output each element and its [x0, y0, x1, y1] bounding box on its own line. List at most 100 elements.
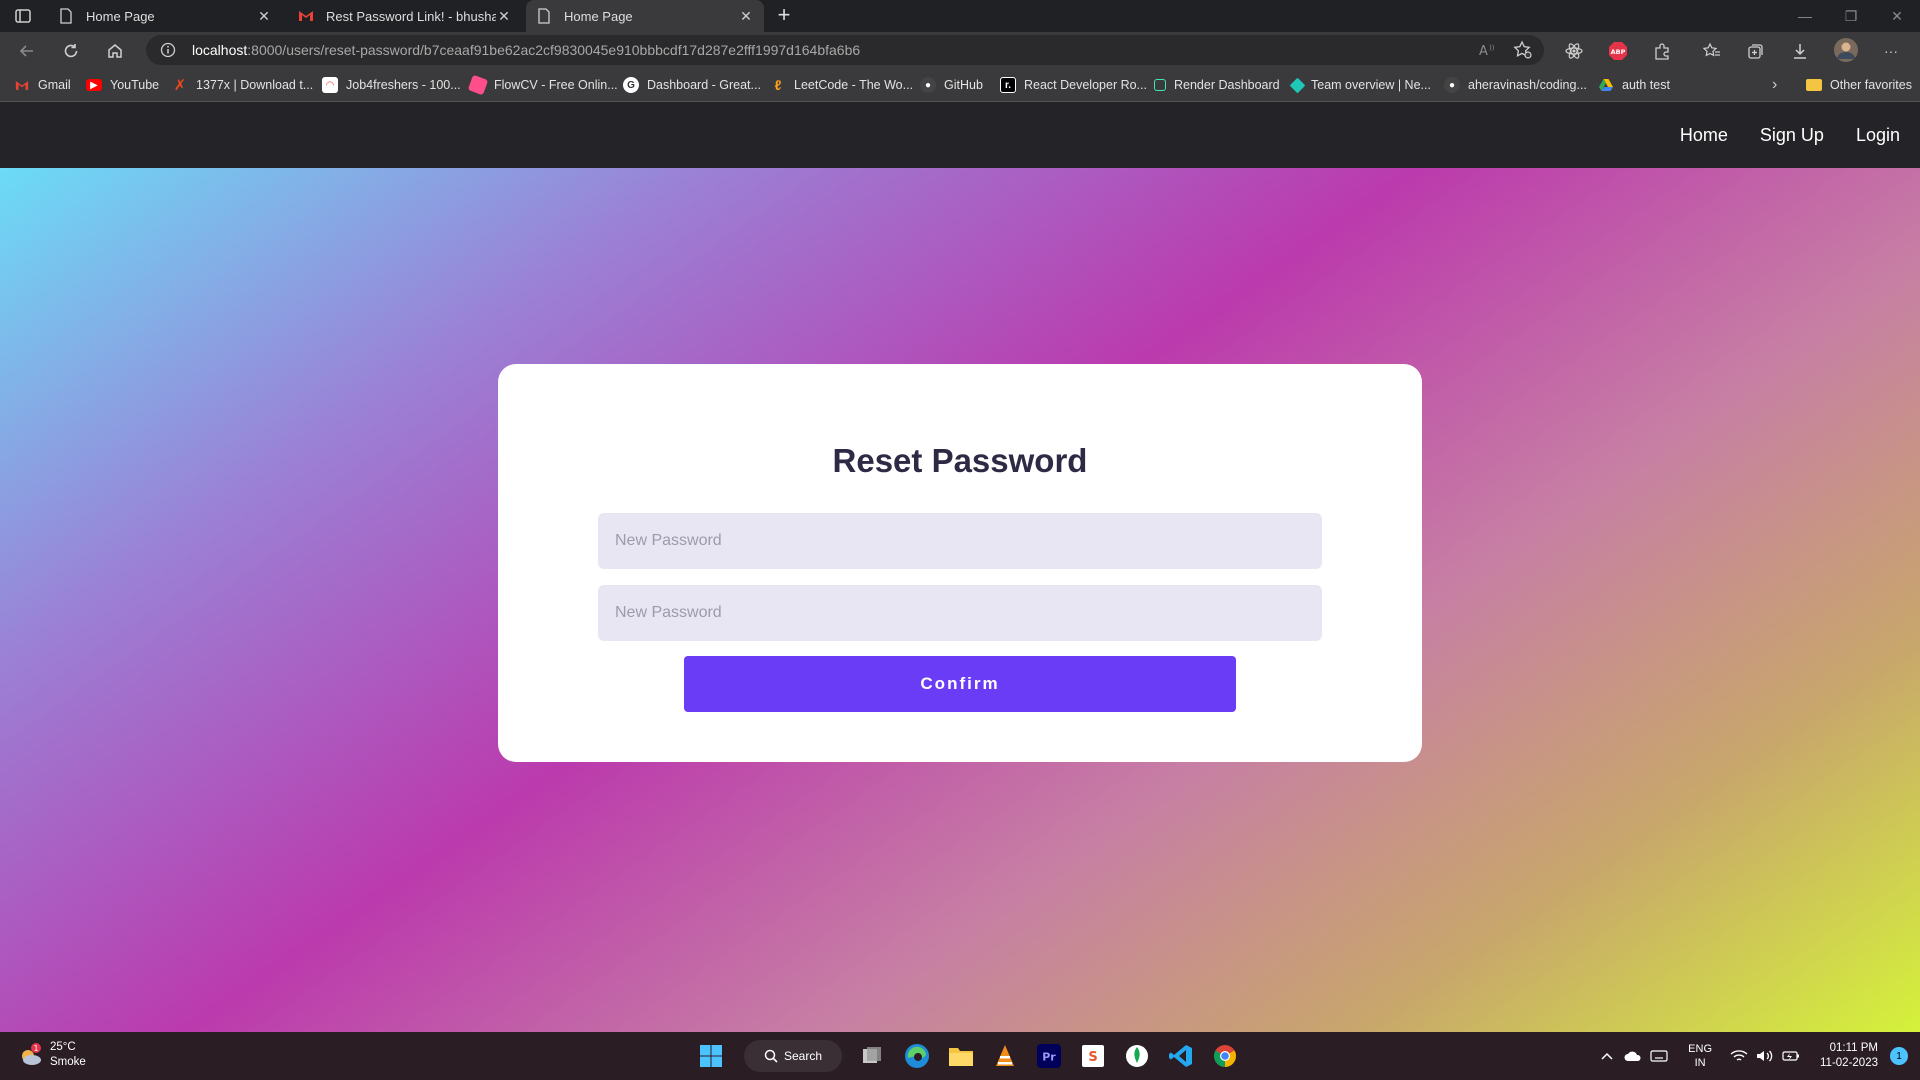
- tab-home-page-active[interactable]: Home Page ✕: [526, 0, 764, 32]
- bookmark-auth-test[interactable]: auth test: [1598, 74, 1670, 96]
- taskbar-clock[interactable]: 01:11 PM 11-02-2023: [1820, 1041, 1878, 1071]
- site-info-icon[interactable]: [160, 42, 176, 58]
- onedrive-icon[interactable]: [1622, 1045, 1644, 1067]
- read-aloud-icon[interactable]: A)): [1478, 40, 1498, 60]
- svg-text:)): )): [1489, 44, 1495, 52]
- home-icon[interactable]: [102, 38, 128, 64]
- site-nav: Home Sign Up Login: [1648, 103, 1900, 168]
- close-icon[interactable]: ✕: [256, 8, 272, 24]
- minimize-icon[interactable]: —: [1782, 0, 1828, 32]
- github-icon: ●: [1444, 77, 1460, 93]
- bookmark-flowcv[interactable]: FlowCV - Free Onlin...: [467, 74, 618, 96]
- premiere-pro-icon[interactable]: Pr: [1032, 1039, 1066, 1073]
- page-icon: [536, 8, 552, 24]
- keyboard-icon[interactable]: [1648, 1045, 1670, 1067]
- bookmark-coding-repo[interactable]: ● aheravinash/coding...: [1444, 74, 1587, 96]
- chevron-up-icon[interactable]: [1596, 1045, 1618, 1067]
- bookmark-netlify[interactable]: Team overview | Ne...: [1289, 74, 1431, 96]
- bookmark-label: Job4freshers - 100...: [346, 78, 461, 92]
- confirm-button[interactable]: Confirm: [684, 656, 1236, 712]
- browser-tab-strip: Home Page ✕ Rest Password Link! - bhusha…: [0, 0, 1920, 32]
- bookmark-react-roadmap[interactable]: r. React Developer Ro...: [1000, 74, 1147, 96]
- bookmark-other-favorites[interactable]: Other favorites: [1806, 74, 1912, 96]
- clock-date: 11-02-2023: [1820, 1057, 1878, 1069]
- extensions-icon[interactable]: [1651, 40, 1673, 62]
- collections-icon[interactable]: [1745, 40, 1767, 62]
- back-icon[interactable]: [14, 38, 40, 64]
- bookmark-1377x[interactable]: ✗ 1377x | Download t...: [172, 74, 314, 96]
- bookmark-dashboard[interactable]: G Dashboard - Great...: [623, 74, 761, 96]
- clock-time: 01:11 PM: [1829, 1042, 1878, 1054]
- url-host: localhost: [192, 42, 248, 58]
- bookmark-label: Dashboard - Great...: [647, 78, 761, 92]
- svg-text:ABP: ABP: [1611, 48, 1626, 56]
- close-icon[interactable]: ✕: [496, 8, 512, 24]
- mongodb-compass-icon[interactable]: [1120, 1039, 1154, 1073]
- new-password-input[interactable]: [598, 513, 1322, 569]
- browser-toolbar: localhost:8000/users/reset-password/b7ce…: [0, 32, 1920, 68]
- edge-browser-icon[interactable]: [900, 1039, 934, 1073]
- downloads-icon[interactable]: [1789, 40, 1811, 62]
- tab-title: Rest Password Link! - bhushanba: [326, 8, 496, 24]
- address-bar[interactable]: localhost:8000/users/reset-password/b7ce…: [146, 35, 1544, 65]
- nav-login-link[interactable]: Login: [1856, 125, 1900, 146]
- volume-icon[interactable]: [1754, 1045, 1776, 1067]
- bookmark-label: LeetCode - The Wo...: [794, 78, 914, 92]
- bookmark-label: FlowCV - Free Onlin...: [494, 78, 618, 92]
- weather-badge: 1: [33, 1044, 38, 1053]
- wifi-icon[interactable]: [1728, 1045, 1750, 1067]
- file-explorer-icon[interactable]: [944, 1039, 978, 1073]
- add-favorite-icon[interactable]: [1513, 40, 1533, 60]
- reset-password-card: Reset Password Confirm: [498, 364, 1422, 762]
- bookmark-github[interactable]: ● GitHub: [920, 74, 983, 96]
- taskbar-apps: Search Pr S: [694, 1039, 1252, 1073]
- tab-home-page-1[interactable]: Home Page ✕: [48, 0, 282, 32]
- tab-title: Home Page: [86, 8, 155, 24]
- restore-icon[interactable]: ❐: [1828, 0, 1874, 32]
- bookmark-job4freshers[interactable]: ◠ Job4freshers - 100...: [322, 74, 461, 96]
- youtube-icon: ▶: [86, 79, 102, 91]
- system-tray: ENG IN 01:11 PM 11-02-2023 1: [1594, 1032, 1920, 1080]
- confirm-password-input[interactable]: [598, 585, 1322, 641]
- bookmark-leetcode[interactable]: ℓ LeetCode - The Wo...: [770, 74, 913, 96]
- bookmark-label: auth test: [1622, 78, 1670, 92]
- profile-avatar-icon[interactable]: [1833, 37, 1859, 63]
- weather-cloud-icon: 1: [18, 1042, 44, 1068]
- language-line1: ENG: [1688, 1043, 1713, 1055]
- notification-badge[interactable]: 1: [1890, 1047, 1908, 1065]
- gmail-icon: [14, 77, 30, 93]
- sublime-text-icon[interactable]: S: [1076, 1039, 1110, 1073]
- task-view-icon[interactable]: [856, 1039, 890, 1073]
- bookmark-label: Render Dashboard: [1174, 78, 1280, 92]
- favorites-icon[interactable]: [1701, 40, 1723, 62]
- search-label: Search: [784, 1049, 823, 1063]
- nav-signup-link[interactable]: Sign Up: [1760, 125, 1824, 146]
- leetcode-icon: ℓ: [774, 77, 782, 93]
- react-devtools-icon[interactable]: [1563, 40, 1585, 62]
- weather-widget[interactable]: 1 25°C Smoke: [18, 1040, 86, 1070]
- new-tab-icon[interactable]: +: [772, 4, 796, 28]
- battery-icon[interactable]: [1780, 1045, 1802, 1067]
- window-close-icon[interactable]: ✕: [1874, 0, 1920, 32]
- nav-home-link[interactable]: Home: [1680, 125, 1728, 146]
- language-indicator[interactable]: ENG IN: [1688, 1042, 1712, 1070]
- bookmark-gmail[interactable]: Gmail: [14, 74, 71, 96]
- vscode-icon[interactable]: [1164, 1039, 1198, 1073]
- search-icon: [764, 1049, 778, 1063]
- vlc-icon[interactable]: [988, 1039, 1022, 1073]
- close-icon[interactable]: ✕: [738, 8, 754, 24]
- bookmark-youtube[interactable]: ▶ YouTube: [86, 74, 159, 96]
- taskbar-search[interactable]: Search: [744, 1040, 842, 1072]
- adblock-icon[interactable]: ABP: [1607, 40, 1629, 62]
- tab-actions-icon[interactable]: [14, 7, 32, 25]
- more-menu-icon[interactable]: ···: [1880, 40, 1902, 62]
- windows-start-icon[interactable]: [694, 1039, 728, 1073]
- bookmarks-overflow-icon[interactable]: ›: [1772, 74, 1777, 96]
- chrome-icon[interactable]: [1208, 1039, 1242, 1073]
- weather-condition: Smoke: [50, 1056, 86, 1068]
- reload-icon[interactable]: [58, 38, 84, 64]
- tab-reset-link[interactable]: Rest Password Link! - bhushanba ✕: [288, 0, 522, 32]
- bookmarks-bar: Gmail ▶ YouTube ✗ 1377x | Download t... …: [0, 68, 1920, 102]
- bookmark-render[interactable]: Render Dashboard: [1154, 74, 1280, 96]
- tab-title: Home Page: [564, 8, 633, 24]
